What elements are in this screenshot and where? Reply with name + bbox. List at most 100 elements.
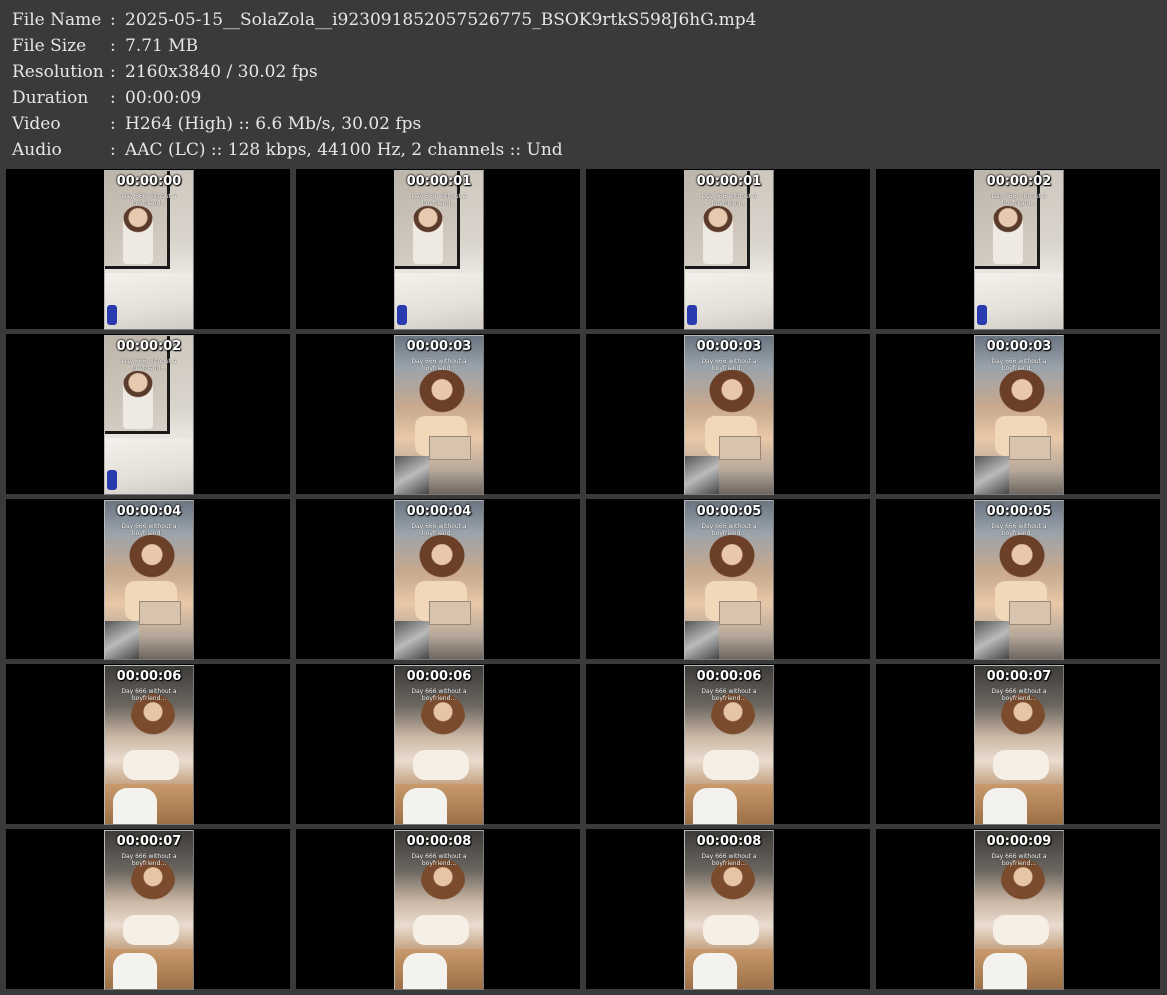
thumbnail-cell[interactable]: 00:00:04 Day 666 without a boyfriend... (296, 499, 580, 660)
video-frame-thumbnail: 00:00:02 Day 666 without a boyfriend... (104, 335, 194, 495)
thumbnail-cell[interactable]: 00:00:02 Day 666 without a boyfriend... (6, 334, 290, 495)
video-frame-thumbnail: 00:00:04 Day 666 without a boyfriend... (394, 500, 484, 660)
info-separator: : (110, 140, 116, 160)
info-separator: : (110, 62, 116, 82)
video-frame-thumbnail: 00:00:05 Day 666 without a boyfriend... (974, 500, 1064, 660)
frame-caption: Day 666 without a boyfriend... (121, 523, 177, 537)
frame-caption: Day 666 without a boyfriend... (121, 193, 177, 207)
info-key: File Size (12, 36, 87, 56)
frame-caption: Day 666 without a boyfriend... (411, 688, 467, 702)
video-frame-thumbnail: 00:00:01 Day 666 without a boyfriend... (684, 170, 774, 330)
info-separator: : (110, 36, 116, 56)
info-key: Duration (12, 88, 89, 108)
frame-caption: Day 666 without a boyfriend... (701, 358, 757, 372)
frame-timestamp: 00:00:00 (116, 174, 182, 189)
frame-timestamp: 00:00:08 (406, 834, 472, 849)
frame-timestamp: 00:00:03 (406, 339, 472, 354)
video-frame-thumbnail: 00:00:02 Day 666 without a boyfriend... (974, 170, 1064, 330)
info-value: 7.71 MB (125, 36, 199, 56)
info-separator: : (110, 10, 116, 30)
video-frame-thumbnail: 00:00:00 Day 666 without a boyfriend... (104, 170, 194, 330)
video-frame-thumbnail: 00:00:06 Day 666 without a boyfriend... (684, 665, 774, 825)
thumbnail-cell[interactable]: 00:00:07 Day 666 without a boyfriend... (876, 664, 1160, 825)
frame-timestamp: 00:00:02 (986, 174, 1052, 189)
video-frame-thumbnail: 00:00:07 Day 666 without a boyfriend... (104, 830, 194, 990)
frame-caption: Day 666 without a boyfriend... (121, 853, 177, 867)
frame-timestamp: 00:00:06 (116, 669, 182, 684)
info-key: Video (12, 114, 61, 134)
frame-timestamp: 00:00:05 (696, 504, 762, 519)
info-separator: : (110, 114, 116, 134)
info-row-duration: Duration:00:00:09 (12, 85, 201, 111)
thumbnail-cell[interactable]: 00:00:03 Day 666 without a boyfriend... (296, 334, 580, 495)
frame-caption: Day 666 without a boyfriend... (411, 193, 467, 207)
thumbnail-cell[interactable]: 00:00:05 Day 666 without a boyfriend... (586, 499, 870, 660)
info-key: Audio (12, 140, 62, 160)
thumbnail-cell[interactable]: 00:00:02 Day 666 without a boyfriend... (876, 169, 1160, 330)
frame-timestamp: 00:00:07 (116, 834, 182, 849)
frame-caption: Day 666 without a boyfriend... (701, 523, 757, 537)
frame-caption: Day 666 without a boyfriend... (411, 358, 467, 372)
frame-caption: Day 666 without a boyfriend... (991, 688, 1047, 702)
frame-timestamp: 00:00:04 (406, 504, 472, 519)
thumbnail-cell[interactable]: 00:00:06 Day 666 without a boyfriend... (6, 664, 290, 825)
video-frame-thumbnail: 00:00:03 Day 666 without a boyfriend... (684, 335, 774, 495)
thumbnail-cell[interactable]: 00:00:03 Day 666 without a boyfriend... (876, 334, 1160, 495)
thumbnail-cell[interactable]: 00:00:05 Day 666 without a boyfriend... (876, 499, 1160, 660)
info-key: Resolution (12, 62, 104, 82)
video-frame-thumbnail: 00:00:07 Day 666 without a boyfriend... (974, 665, 1064, 825)
frame-caption: Day 666 without a boyfriend... (991, 853, 1047, 867)
info-value: 2160x3840 / 30.02 fps (125, 62, 318, 82)
info-value: AAC (LC) :: 128 kbps, 44100 Hz, 2 channe… (125, 140, 563, 160)
thumbnail-cell[interactable]: 00:00:01 Day 666 without a boyfriend... (296, 169, 580, 330)
video-frame-thumbnail: 00:00:05 Day 666 without a boyfriend... (684, 500, 774, 660)
frame-caption: Day 666 without a boyfriend... (411, 853, 467, 867)
video-frame-thumbnail: 00:00:08 Day 666 without a boyfriend... (394, 830, 484, 990)
frame-caption: Day 666 without a boyfriend... (701, 853, 757, 867)
frame-timestamp: 00:00:02 (116, 339, 182, 354)
frame-caption: Day 666 without a boyfriend... (991, 193, 1047, 207)
info-value: H264 (High) :: 6.6 Mb/s, 30.02 fps (125, 114, 422, 134)
thumbnail-cell[interactable]: 00:00:06 Day 666 without a boyfriend... (296, 664, 580, 825)
frame-timestamp: 00:00:03 (696, 339, 762, 354)
frame-timestamp: 00:00:06 (696, 669, 762, 684)
thumbnail-cell[interactable]: 00:00:01 Day 666 without a boyfriend... (586, 169, 870, 330)
video-frame-thumbnail: 00:00:04 Day 666 without a boyfriend... (104, 500, 194, 660)
video-frame-thumbnail: 00:00:01 Day 666 without a boyfriend... (394, 170, 484, 330)
thumbnail-cell[interactable]: 00:00:04 Day 666 without a boyfriend... (6, 499, 290, 660)
thumbnail-grid: 00:00:00 Day 666 without a boyfriend... 00… (0, 166, 1167, 995)
video-frame-thumbnail: 00:00:06 Day 666 without a boyfriend... (104, 665, 194, 825)
thumbnail-cell[interactable]: 00:00:06 Day 666 without a boyfriend... (586, 664, 870, 825)
frame-timestamp: 00:00:04 (116, 504, 182, 519)
info-value: 00:00:09 (125, 88, 202, 108)
frame-timestamp: 00:00:05 (986, 504, 1052, 519)
frame-timestamp: 00:00:03 (986, 339, 1052, 354)
frame-caption: Day 666 without a boyfriend... (701, 688, 757, 702)
frame-timestamp: 00:00:09 (986, 834, 1052, 849)
info-row-audio: Audio: AAC (LC) :: 128 kbps, 44100 Hz, 2 … (12, 137, 563, 163)
file-info-panel: File Name:2025-05-15__SolaZola__i9230918… (0, 0, 1167, 166)
frame-caption: Day 666 without a boyfriend... (121, 358, 177, 372)
frame-timestamp: 00:00:08 (696, 834, 762, 849)
video-frame-thumbnail: 00:00:08 Day 666 without a boyfriend... (684, 830, 774, 990)
thumbnail-cell[interactable]: 00:00:07 Day 666 without a boyfriend... (6, 829, 290, 990)
info-row-file-size: File Size:7.71 MB (12, 33, 198, 59)
info-separator: : (110, 88, 116, 108)
video-frame-thumbnail: 00:00:09 Day 666 without a boyfriend... (974, 830, 1064, 990)
frame-timestamp: 00:00:06 (406, 669, 472, 684)
frame-caption: Day 666 without a boyfriend... (991, 358, 1047, 372)
frame-timestamp: 00:00:01 (406, 174, 472, 189)
info-value: 2025-05-15__SolaZola__i92309185205752677… (125, 10, 757, 30)
thumbnail-cell[interactable]: 00:00:03 Day 666 without a boyfriend... (586, 334, 870, 495)
frame-caption: Day 666 without a boyfriend... (991, 523, 1047, 537)
thumbnail-cell[interactable]: 00:00:09 Day 666 without a boyfriend... (876, 829, 1160, 990)
thumbnail-cell[interactable]: 00:00:08 Day 666 without a boyfriend... (296, 829, 580, 990)
thumbnail-cell[interactable]: 00:00:08 Day 666 without a boyfriend... (586, 829, 870, 990)
info-row-resolution: Resolution:2160x3840 / 30.02 fps (12, 59, 318, 85)
thumbnail-cell[interactable]: 00:00:00 Day 666 without a boyfriend... (6, 169, 290, 330)
frame-caption: Day 666 without a boyfriend... (121, 688, 177, 702)
video-frame-thumbnail: 00:00:06 Day 666 without a boyfriend... (394, 665, 484, 825)
frame-timestamp: 00:00:07 (986, 669, 1052, 684)
video-frame-thumbnail: 00:00:03 Day 666 without a boyfriend... (974, 335, 1064, 495)
info-key: File Name (12, 10, 102, 30)
